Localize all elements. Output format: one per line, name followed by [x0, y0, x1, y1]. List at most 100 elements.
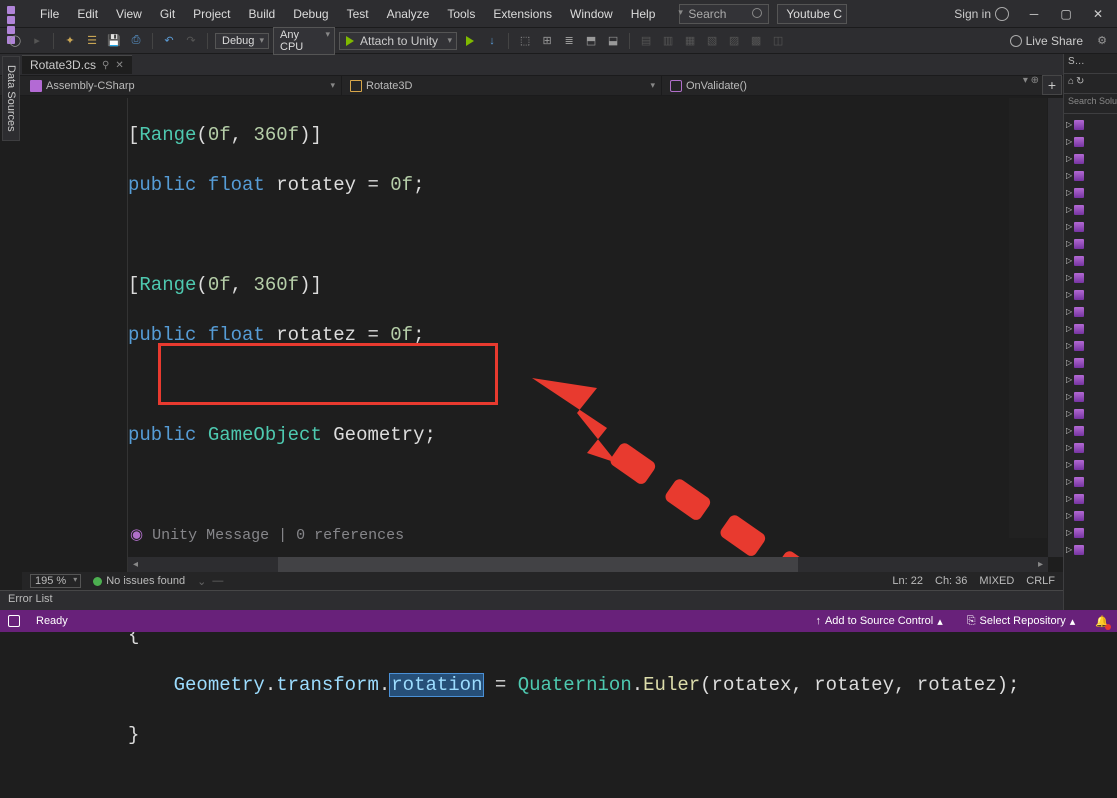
issues-indicator[interactable]: No issues found — [93, 575, 185, 587]
settings-icon[interactable]: ⚙ — [1093, 32, 1111, 50]
tree-row[interactable]: ▷ — [1064, 473, 1117, 490]
tb-icon-2[interactable]: ⊞ — [538, 32, 556, 50]
menu-tools[interactable]: Tools — [439, 4, 483, 24]
menu-debug[interactable]: Debug — [285, 4, 336, 24]
menu-test[interactable]: Test — [339, 4, 377, 24]
tree-row[interactable]: ▷ — [1064, 422, 1117, 439]
tb-icon-9[interactable]: ▧ — [703, 32, 721, 50]
tree-row[interactable]: ▷ — [1064, 507, 1117, 524]
tree-row[interactable]: ▷ — [1064, 439, 1117, 456]
tb-icon-7[interactable]: ▥ — [659, 32, 677, 50]
select-repository-button[interactable]: ⎘ Select Repository ▴ — [963, 615, 1080, 628]
nav-back-icon[interactable]: ◯ — [6, 32, 24, 50]
nav-class-combo[interactable]: Rotate3D — [342, 76, 662, 95]
nav-method-combo[interactable]: OnValidate() — [662, 76, 1117, 95]
scroll-left-icon[interactable]: ◂ — [128, 557, 143, 572]
source-control-button[interactable]: ↑ Add to Source Control ▴ — [811, 615, 946, 628]
step-icon[interactable]: ↓ — [483, 32, 501, 50]
scroll-thumb[interactable] — [278, 557, 798, 572]
new-file-icon[interactable]: ✦ — [61, 32, 79, 50]
save-all-icon[interactable]: ⎙ — [127, 32, 145, 50]
solution-tree[interactable]: ▷ ▷ ▷ ▷ ▷ ▷ ▷ ▷ ▷ ▷ ▷ ▷ ▷ ▷ ▷ ▷ ▷ ▷ ▷ ▷ … — [1064, 114, 1117, 558]
tree-row[interactable]: ▷ — [1064, 371, 1117, 388]
maximize-button[interactable]: ▢ — [1051, 2, 1081, 26]
tree-row[interactable]: ▷ — [1064, 218, 1117, 235]
lineending-indicator[interactable]: CRLF — [1026, 575, 1055, 587]
tree-row[interactable]: ▷ — [1064, 354, 1117, 371]
menu-git[interactable]: Git — [152, 4, 183, 24]
solution-toolbar[interactable]: ⌂↻ — [1064, 74, 1117, 94]
notifications-icon[interactable]: 🔔 — [1095, 615, 1109, 628]
tb-icon-1[interactable]: ⬚ — [516, 32, 534, 50]
nav-project-combo[interactable]: Assembly-CSharp — [22, 76, 342, 95]
tree-row[interactable]: ▷ — [1064, 405, 1117, 422]
nav-fwd-icon[interactable]: ▸ — [28, 32, 46, 50]
minimize-button[interactable]: ─ — [1019, 2, 1049, 26]
menu-file[interactable]: File — [32, 4, 67, 24]
menu-edit[interactable]: Edit — [69, 4, 106, 24]
sync-icon[interactable]: ↻ — [1076, 76, 1084, 91]
tb-icon-12[interactable]: ◫ — [769, 32, 787, 50]
tree-row[interactable]: ▷ — [1064, 252, 1117, 269]
menu-project[interactable]: Project — [185, 4, 238, 24]
tree-row[interactable]: ▷ — [1064, 167, 1117, 184]
platform-combo[interactable]: Any CPU — [273, 27, 335, 55]
tree-row[interactable]: ▷ — [1064, 320, 1117, 337]
code-area[interactable]: [Range(0f, 360f)] public float rotatey =… — [128, 98, 1063, 572]
tree-row[interactable]: ▷ — [1064, 388, 1117, 405]
tb-icon-6[interactable]: ▤ — [637, 32, 655, 50]
start-without-debug-icon[interactable] — [461, 32, 479, 50]
vertical-scrollbar[interactable] — [1048, 98, 1063, 557]
tree-row[interactable]: ▷ — [1064, 133, 1117, 150]
tree-row[interactable]: ▷ — [1064, 337, 1117, 354]
tree-row[interactable]: ▷ — [1064, 150, 1117, 167]
tree-row[interactable]: ▷ — [1064, 201, 1117, 218]
signin-button[interactable]: Sign in — [946, 7, 1017, 21]
tree-row[interactable]: ▷ — [1064, 541, 1117, 558]
tree-row[interactable]: ▷ — [1064, 456, 1117, 473]
menu-build[interactable]: Build — [241, 4, 284, 24]
horizontal-scrollbar[interactable]: ◂ ▸ — [128, 557, 1048, 572]
menu-help[interactable]: Help — [623, 4, 664, 24]
zoom-combo[interactable]: 195 % — [30, 574, 81, 588]
tree-row[interactable]: ▷ — [1064, 269, 1117, 286]
youtube-box[interactable]: Youtube C — [777, 4, 847, 24]
tree-row[interactable]: ▷ — [1064, 490, 1117, 507]
indent-indicator[interactable]: MIXED — [979, 575, 1014, 587]
tb-icon-11[interactable]: ▩ — [747, 32, 765, 50]
menu-extensions[interactable]: Extensions — [485, 4, 560, 24]
open-file-icon[interactable]: ☰ — [83, 32, 101, 50]
menu-view[interactable]: View — [108, 4, 150, 24]
tree-row[interactable]: ▷ — [1064, 184, 1117, 201]
tree-row[interactable]: ▷ — [1064, 116, 1117, 133]
undo-icon[interactable]: ↶ — [160, 32, 178, 50]
search-box[interactable]: Search — [679, 4, 769, 24]
tb-icon-5[interactable]: ⬓ — [604, 32, 622, 50]
pin-icon[interactable]: ⚲ — [102, 60, 109, 71]
char-indicator[interactable]: Ch: 36 — [935, 575, 967, 587]
tree-row[interactable]: ▷ — [1064, 303, 1117, 320]
side-tab-data-sources[interactable]: Data Sources — [2, 56, 20, 141]
redo-icon[interactable]: ↷ — [182, 32, 200, 50]
tb-icon-3[interactable]: ≣ — [560, 32, 578, 50]
config-combo[interactable]: Debug — [215, 33, 269, 49]
tree-row[interactable]: ▷ — [1064, 286, 1117, 303]
file-tab-rotate3d[interactable]: Rotate3D.cs ⚲ ✕ — [22, 55, 132, 74]
code-preview-minimap[interactable] — [1009, 98, 1047, 538]
attach-button[interactable]: Attach to Unity — [339, 32, 457, 50]
menu-analyze[interactable]: Analyze — [379, 4, 438, 24]
menu-window[interactable]: Window — [562, 4, 621, 24]
code-editor[interactable]: [Range(0f, 360f)] public float rotatey =… — [22, 98, 1063, 572]
tb-icon-8[interactable]: ▦ — [681, 32, 699, 50]
liveshare-button[interactable]: Live Share — [1004, 34, 1089, 48]
close-tab-icon[interactable]: ✕ — [115, 60, 123, 71]
tree-row[interactable]: ▷ — [1064, 524, 1117, 541]
codelens[interactable]: ◉ Unity Message | 0 references — [128, 523, 1063, 548]
scroll-right-icon[interactable]: ▸ — [1033, 557, 1048, 572]
line-indicator[interactable]: Ln: 22 — [892, 575, 923, 587]
close-button[interactable]: ✕ — [1083, 2, 1113, 26]
tb-icon-10[interactable]: ▨ — [725, 32, 743, 50]
home-icon[interactable]: ⌂ — [1068, 76, 1074, 91]
error-list-panel-tab[interactable]: Error List — [0, 590, 1117, 610]
save-icon[interactable]: 💾 — [105, 32, 123, 50]
